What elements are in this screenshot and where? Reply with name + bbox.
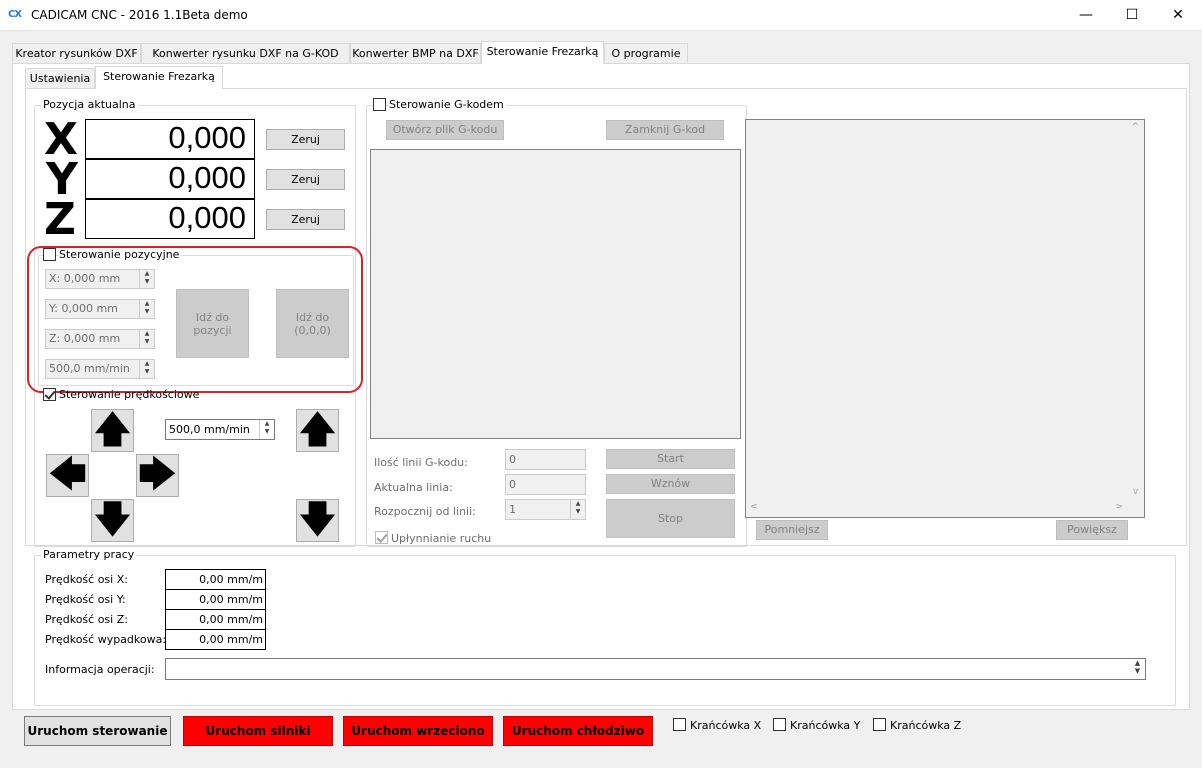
subtab-mill-control[interactable]: Sterowanie Frezarką xyxy=(95,66,223,89)
gcode-lines-label: Ilość linii G-kodu: xyxy=(374,456,468,469)
arrow-down-icon: 🡇 xyxy=(297,497,338,541)
tab-mill-control[interactable]: Sterowanie Frezarką xyxy=(481,41,604,64)
start-coolant-button[interactable]: Uruchom chłodziwo xyxy=(503,716,653,746)
z-position-display: 0,000 xyxy=(85,199,255,239)
arrow-down-icon: 🡇 xyxy=(92,497,133,541)
speed-total-value: 0,00 mm/m xyxy=(165,629,266,650)
tab-about[interactable]: O programie xyxy=(604,43,688,64)
title-bar: CX CADICAM CNC - 2016 1.1Beta demo — ☐ ✕ xyxy=(0,0,1202,31)
gcode-resume-button[interactable]: Wznów xyxy=(606,474,735,494)
positional-feed-input[interactable]: 500,0 mm/min ▲ ▼ xyxy=(45,359,155,379)
speed-x-label: Prędkość osi X: xyxy=(45,573,128,586)
toolpath-preview[interactable]: ^ v < > xyxy=(745,119,1145,518)
target-z-input[interactable]: Z: 0,000 mm ▲ ▼ xyxy=(45,329,155,349)
limit-y-label: Krańcówka Y xyxy=(790,719,861,732)
reset-z-button[interactable]: Zeruj xyxy=(266,209,345,230)
limit-x-label: Krańcówka X xyxy=(690,719,762,732)
goto-position-button[interactable]: Idź do pozycji xyxy=(176,289,249,358)
limit-z-checkbox[interactable] xyxy=(873,718,886,731)
positional-control-label: Sterowanie pozycyjne xyxy=(59,248,182,261)
minimize-button[interactable]: — xyxy=(1063,0,1109,31)
current-line-label: Aktualna linia: xyxy=(374,481,453,494)
positional-feed-value: 500,0 mm/min xyxy=(49,362,130,375)
y-plus-button[interactable]: 🡅 xyxy=(91,409,134,452)
speed-control-label: Sterowanie prędkościowe xyxy=(59,388,200,401)
app-logo-icon: CX xyxy=(8,9,22,20)
target-x-input[interactable]: X: 0,000 mm ▲ ▼ xyxy=(45,269,155,289)
speed-total-label: Prędkość wypadkowa: xyxy=(45,633,167,646)
current-line-field: 0 xyxy=(505,474,586,495)
arrow-up-icon: 🡅 xyxy=(92,407,133,451)
gcode-start-button[interactable]: Start xyxy=(606,449,735,469)
operation-info-scroll[interactable]: ▲ ▼ xyxy=(1130,659,1145,679)
x-minus-button[interactable]: 🡄 xyxy=(46,454,89,497)
speed-y-value: 0,00 mm/m xyxy=(165,589,266,610)
start-from-line-spinner[interactable]: ▲ ▼ xyxy=(570,500,585,519)
target-z-value: Z: 0,000 mm xyxy=(49,332,121,345)
start-from-line-input[interactable]: 1 ▲ ▼ xyxy=(505,499,586,520)
jog-feed-spinner[interactable]: ▲ ▼ xyxy=(259,420,274,439)
gcode-control-label: Sterowanie G-kodem xyxy=(389,98,506,111)
speed-x-value: 0,00 mm/m xyxy=(165,569,266,590)
window-title: CADICAM CNC - 2016 1.1Beta demo xyxy=(31,8,248,22)
target-y-spinner[interactable]: ▲ ▼ xyxy=(139,300,154,318)
z-minus-button[interactable]: 🡇 xyxy=(296,499,339,542)
operation-info-label: Informacja operacji: xyxy=(45,663,155,676)
preview-vertical-scrollbar[interactable]: ^ v xyxy=(1127,120,1144,517)
target-y-value: Y: 0,000 mm xyxy=(49,302,118,315)
goto-home-button[interactable]: Idź do (0,0,0) xyxy=(276,289,349,358)
arrow-right-icon: 🡆 xyxy=(137,452,178,496)
speed-y-label: Prędkość osi Y: xyxy=(45,593,126,606)
y-minus-button[interactable]: 🡇 xyxy=(91,499,134,542)
open-gcode-button[interactable]: Otwórz plik G-kodu xyxy=(386,120,504,140)
y-position-display: 0,000 xyxy=(85,159,255,199)
gcode-listing[interactable] xyxy=(370,149,741,439)
preview-horizontal-scrollbar[interactable]: < > xyxy=(746,500,1127,517)
gcode-control-checkbox[interactable] xyxy=(373,98,386,111)
positional-control-checkbox[interactable] xyxy=(43,248,56,261)
reset-y-button[interactable]: Zeruj xyxy=(266,169,345,190)
close-window-button[interactable]: ✕ xyxy=(1155,0,1201,31)
x-position-display: 0,000 xyxy=(85,119,255,159)
jog-feed-value: 500,0 mm/min xyxy=(169,423,250,436)
limit-y-checkbox[interactable] xyxy=(773,718,786,731)
gcode-stop-button[interactable]: Stop xyxy=(606,499,735,538)
arrow-up-icon: 🡅 xyxy=(297,407,338,451)
start-control-button[interactable]: Uruchom sterowanie xyxy=(24,716,171,746)
target-z-spinner[interactable]: ▲ ▼ xyxy=(139,330,154,348)
target-x-value: X: 0,000 mm xyxy=(49,272,121,285)
tab-dxf-creator[interactable]: Kreator rysunków DXF xyxy=(12,43,141,64)
maximize-button[interactable]: ☐ xyxy=(1109,0,1155,31)
axis-z-letter: Z xyxy=(44,194,76,245)
zoom-out-button[interactable]: Pomniejsz xyxy=(756,520,828,540)
speed-z-label: Prędkość osi Z: xyxy=(45,613,128,626)
speed-control-checkbox[interactable] xyxy=(43,388,56,401)
operation-info-field[interactable]: ▲ ▼ xyxy=(165,658,1146,680)
close-gcode-button[interactable]: Zamknij G-kod xyxy=(606,120,724,140)
gcode-lines-field: 0 xyxy=(505,449,586,470)
start-from-line-label: Rozpocznij od linii: xyxy=(374,505,476,518)
target-x-spinner[interactable]: ▲ ▼ xyxy=(139,270,154,288)
start-motors-button[interactable]: Uruchom silniki xyxy=(183,716,333,746)
positional-feed-spinner[interactable]: ▲ ▼ xyxy=(139,360,154,378)
speed-z-value: 0,00 mm/m xyxy=(165,609,266,630)
start-spindle-button[interactable]: Uruchom wrzeciono xyxy=(343,716,493,746)
work-params-title: Parametry pracy xyxy=(41,548,137,561)
arrow-left-icon: 🡄 xyxy=(47,452,88,496)
zoom-in-button[interactable]: Powiększ xyxy=(1056,520,1128,540)
position-group-title: Pozycja aktualna xyxy=(41,98,138,111)
x-plus-button[interactable]: 🡆 xyxy=(136,454,179,497)
tab-bmp-to-dxf[interactable]: Konwerter BMP na DXF xyxy=(350,43,481,64)
start-from-line-value: 1 xyxy=(509,503,516,516)
tab-dxf-to-gcode[interactable]: Konwerter rysunku DXF na G-KOD xyxy=(141,43,350,64)
limit-z-label: Krańcówka Z xyxy=(890,719,962,732)
smoothing-checkbox[interactable] xyxy=(375,531,388,544)
target-y-input[interactable]: Y: 0,000 mm ▲ ▼ xyxy=(45,299,155,319)
jog-feed-input[interactable]: 500,0 mm/min ▲ ▼ xyxy=(165,419,275,440)
smoothing-label: Upłynnianie ruchu xyxy=(391,532,492,545)
limit-x-checkbox[interactable] xyxy=(673,718,686,731)
subtab-settings[interactable]: Ustawienia xyxy=(25,68,95,89)
reset-x-button[interactable]: Zeruj xyxy=(266,129,345,150)
z-plus-button[interactable]: 🡅 xyxy=(296,409,339,452)
